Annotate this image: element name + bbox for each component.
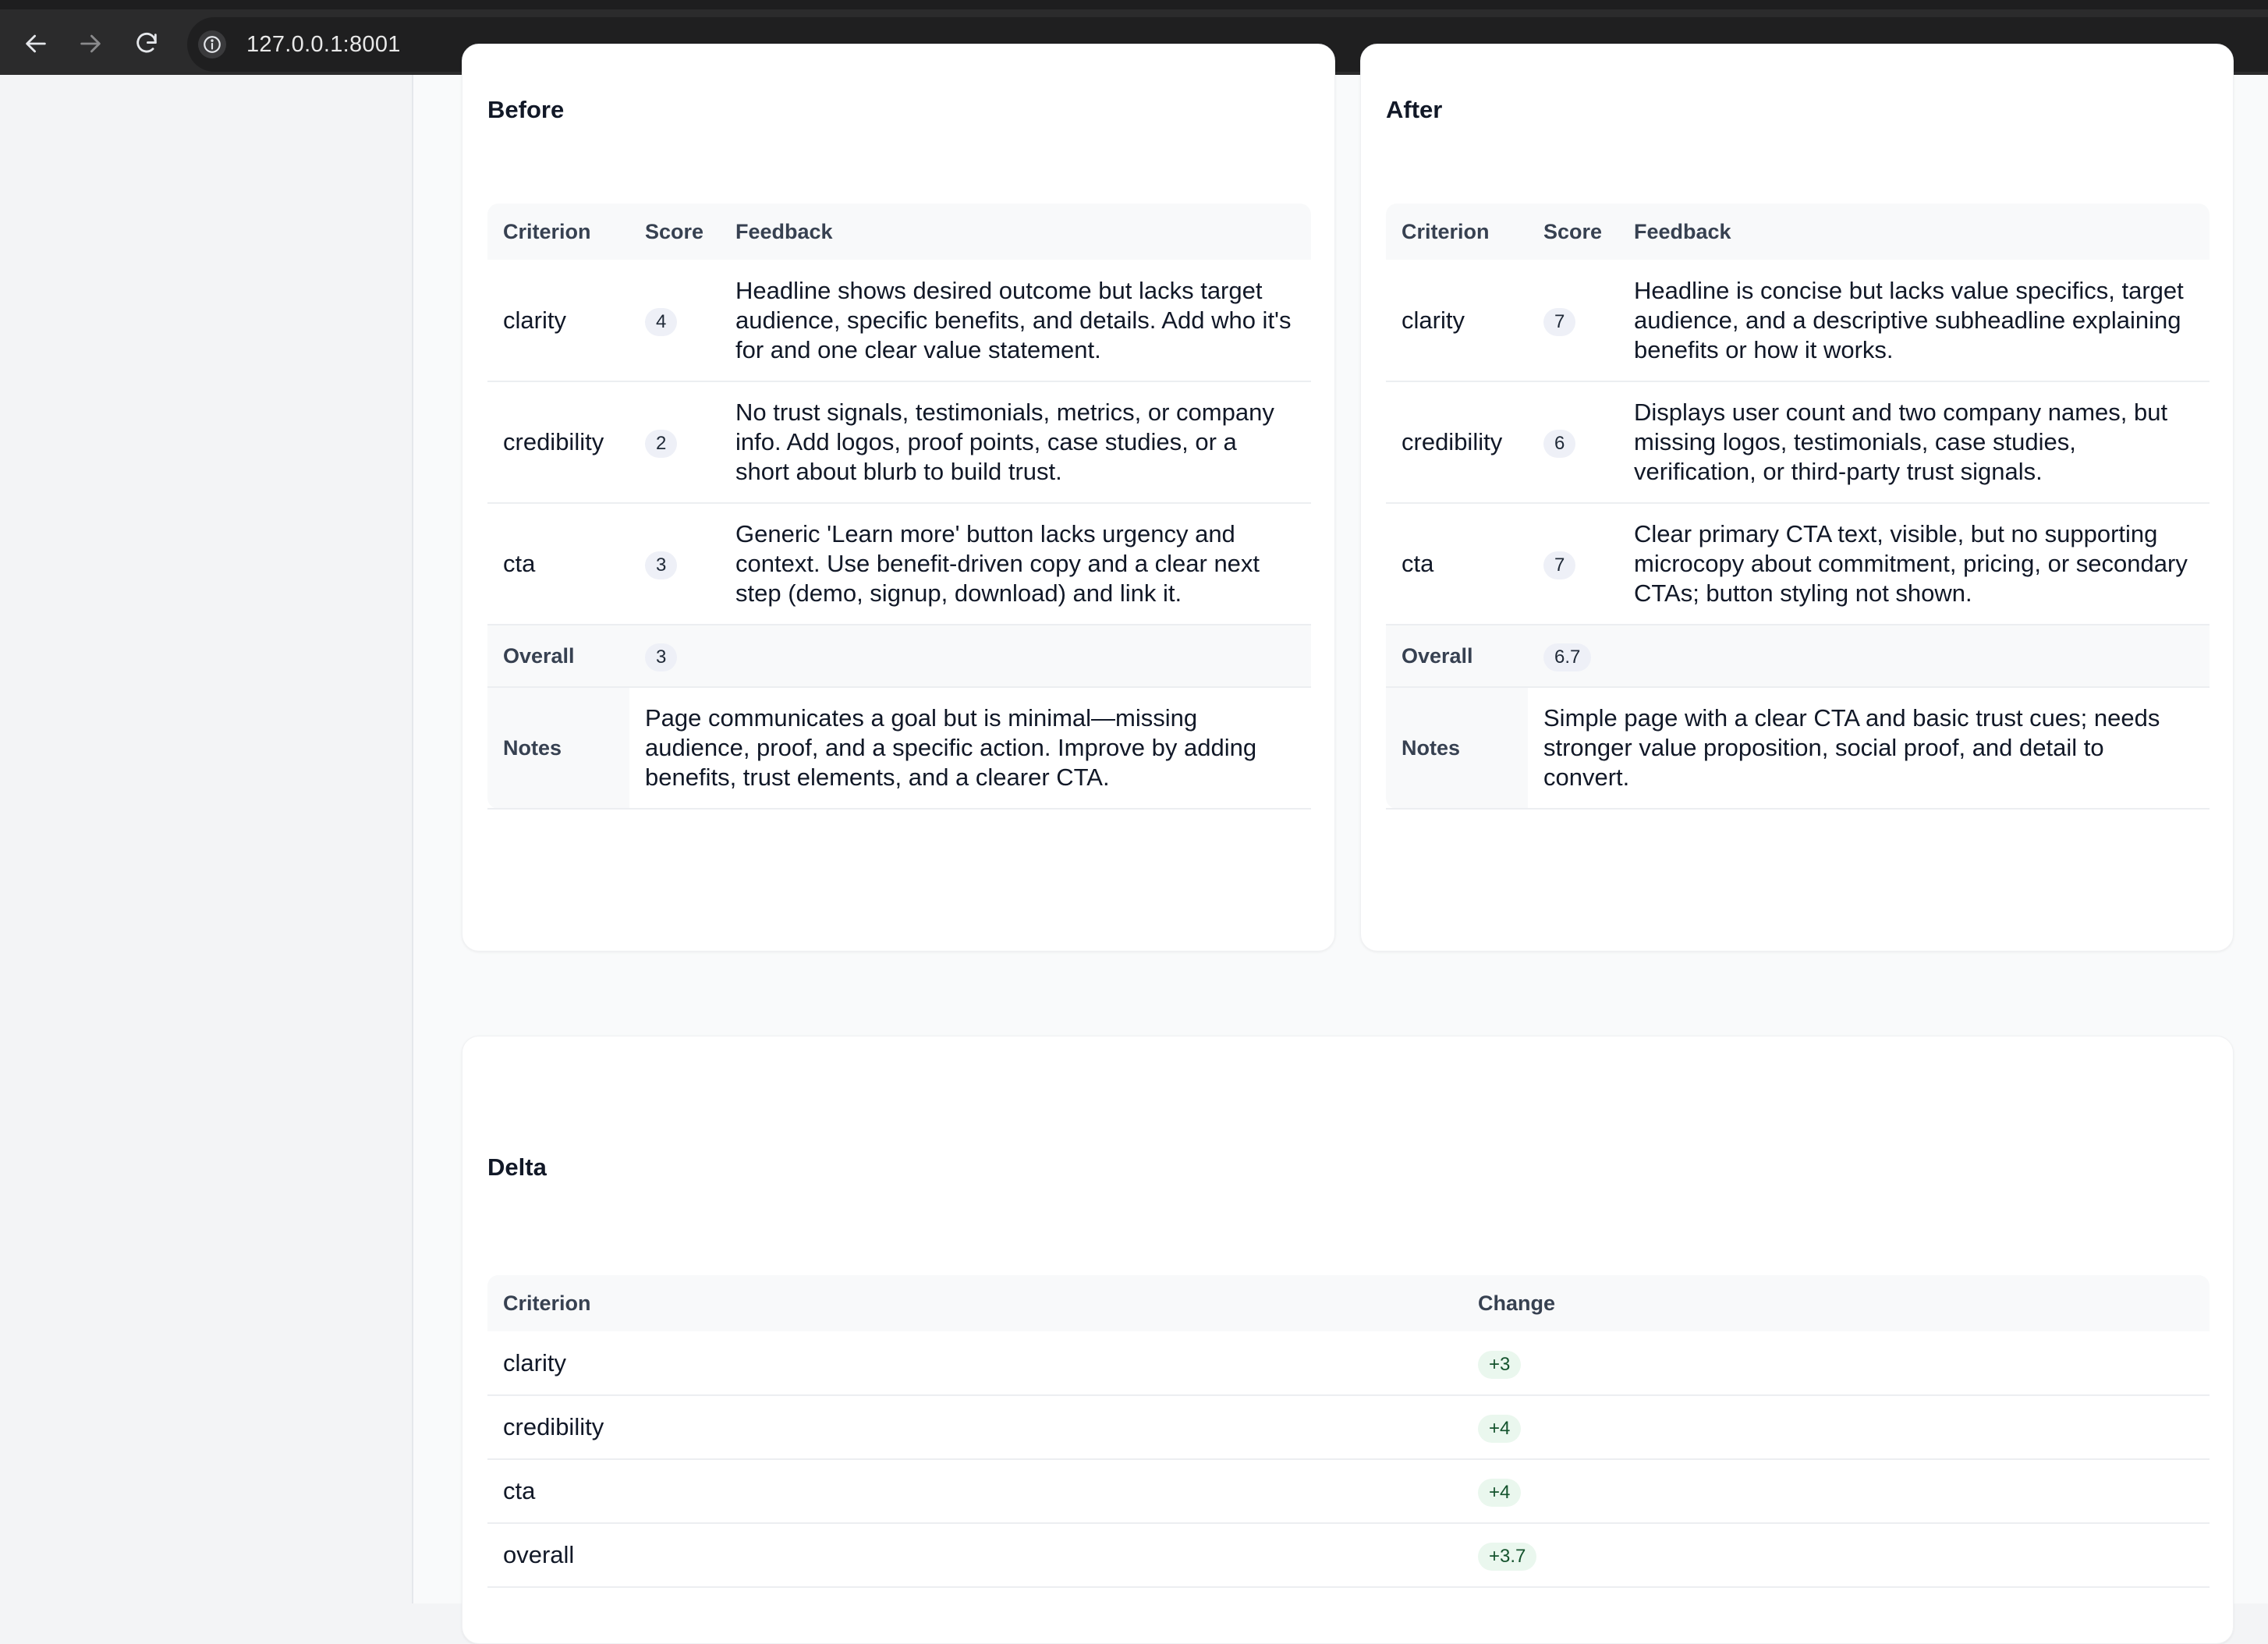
change-badge: +4 xyxy=(1478,1415,1522,1443)
change-cell: +4 xyxy=(1462,1459,2210,1524)
criterion-cell: credibility xyxy=(487,381,629,504)
score-cell: 6 xyxy=(1528,381,1618,504)
notes-label: Notes xyxy=(1386,687,1528,810)
criterion-cell: cta xyxy=(487,1459,1462,1524)
notes-text: Page communicates a goal but is minimal—… xyxy=(629,687,1311,810)
notes-row: Notes Page communicates a goal but is mi… xyxy=(487,687,1311,810)
before-title: Before xyxy=(487,96,565,123)
change-badge: +3.7 xyxy=(1478,1543,1537,1571)
back-arrow-icon[interactable] xyxy=(17,25,55,62)
column-header-change: Change xyxy=(1462,1275,2210,1331)
score-cell: 7 xyxy=(1528,503,1618,625)
feedback-cell: Displays user count and two company name… xyxy=(1618,381,2210,504)
column-header-criterion: Criterion xyxy=(487,1275,1462,1331)
score-badge: 3 xyxy=(645,551,678,579)
column-header-score: Score xyxy=(1528,204,1618,260)
after-title: After xyxy=(1386,96,1443,123)
score-badge: 2 xyxy=(645,430,678,458)
criterion-cell: overall xyxy=(487,1523,1462,1588)
url-text: 127.0.0.1:8001 xyxy=(246,31,401,57)
criterion-cell: cta xyxy=(1386,503,1528,625)
site-info-icon[interactable] xyxy=(198,30,226,58)
overall-score-cell: 6.7 xyxy=(1528,625,2210,688)
score-badge: 7 xyxy=(1543,307,1576,336)
criterion-cell: clarity xyxy=(487,1331,1462,1396)
column-header-feedback: Feedback xyxy=(1618,204,2210,260)
left-sidebar xyxy=(0,75,413,1603)
score-cell: 4 xyxy=(629,260,720,382)
change-cell: +3 xyxy=(1462,1331,2210,1396)
table-row: credibility +4 xyxy=(487,1395,2210,1460)
score-badge: 7 xyxy=(1543,551,1576,579)
delta-title: Delta xyxy=(487,1153,547,1181)
column-header-score: Score xyxy=(629,204,720,260)
after-table: Criterion Score Feedback clarity 7 Headl… xyxy=(1386,204,2210,810)
delta-table: Criterion Change clarity +3 credibility … xyxy=(487,1275,2210,1588)
table-row: clarity 7 Headline is concise but lacks … xyxy=(1386,260,2210,382)
overall-score-badge: 3 xyxy=(645,643,678,671)
feedback-cell: Clear primary CTA text, visible, but no … xyxy=(1618,503,2210,625)
table-row: credibility 6 Displays user count and tw… xyxy=(1386,381,2210,504)
criterion-cell: clarity xyxy=(487,260,629,382)
notes-text: Simple page with a clear CTA and basic t… xyxy=(1528,687,2210,810)
table-row: clarity 4 Headline shows desired outcome… xyxy=(487,260,1311,382)
feedback-cell: Headline is concise but lacks value spec… xyxy=(1618,260,2210,382)
overall-row: Overall 6.7 xyxy=(1386,625,2210,688)
feedback-cell: No trust signals, testimonials, metrics,… xyxy=(720,381,1311,504)
forward-arrow-icon[interactable] xyxy=(72,25,109,62)
overall-score-cell: 3 xyxy=(629,625,1311,688)
change-badge: +4 xyxy=(1478,1479,1522,1507)
change-cell: +3.7 xyxy=(1462,1523,2210,1588)
score-cell: 7 xyxy=(1528,260,1618,382)
criterion-cell: cta xyxy=(487,503,629,625)
table-row: clarity +3 xyxy=(487,1331,2210,1396)
overall-label: Overall xyxy=(1386,625,1528,688)
table-row: cta 7 Clear primary CTA text, visible, b… xyxy=(1386,503,2210,625)
column-header-criterion: Criterion xyxy=(487,204,629,260)
feedback-cell: Generic 'Learn more' button lacks urgenc… xyxy=(720,503,1311,625)
delta-card: Delta Criterion Change clarity +3 credib… xyxy=(462,1036,2234,1644)
table-row: cta 3 Generic 'Learn more' button lacks … xyxy=(487,503,1311,625)
main-content: Before Criterion Score Feedback clarity … xyxy=(413,44,2268,1644)
criterion-cell: credibility xyxy=(1386,381,1528,504)
overall-score-badge: 6.7 xyxy=(1543,643,1592,671)
overall-row: Overall 3 xyxy=(487,625,1311,688)
change-badge: +3 xyxy=(1478,1350,1522,1379)
table-row: cta +4 xyxy=(487,1459,2210,1524)
score-badge: 4 xyxy=(645,307,678,336)
score-badge: 6 xyxy=(1543,430,1576,458)
column-header-feedback: Feedback xyxy=(720,204,1311,260)
notes-label: Notes xyxy=(487,687,629,810)
criterion-cell: credibility xyxy=(487,1395,1462,1460)
change-cell: +4 xyxy=(1462,1395,2210,1460)
score-cell: 3 xyxy=(629,503,720,625)
table-row: overall +3.7 xyxy=(487,1523,2210,1588)
before-card: Before Criterion Score Feedback clarity … xyxy=(462,44,1335,951)
table-row: credibility 2 No trust signals, testimon… xyxy=(487,381,1311,504)
criterion-cell: clarity xyxy=(1386,260,1528,382)
before-table: Criterion Score Feedback clarity 4 Headl… xyxy=(487,204,1311,810)
feedback-cell: Headline shows desired outcome but lacks… xyxy=(720,260,1311,382)
overall-label: Overall xyxy=(487,625,629,688)
column-header-criterion: Criterion xyxy=(1386,204,1528,260)
notes-row: Notes Simple page with a clear CTA and b… xyxy=(1386,687,2210,810)
after-card: After Criterion Score Feedback clarity 7… xyxy=(1360,44,2234,951)
reload-icon[interactable] xyxy=(128,25,165,62)
score-cell: 2 xyxy=(629,381,720,504)
